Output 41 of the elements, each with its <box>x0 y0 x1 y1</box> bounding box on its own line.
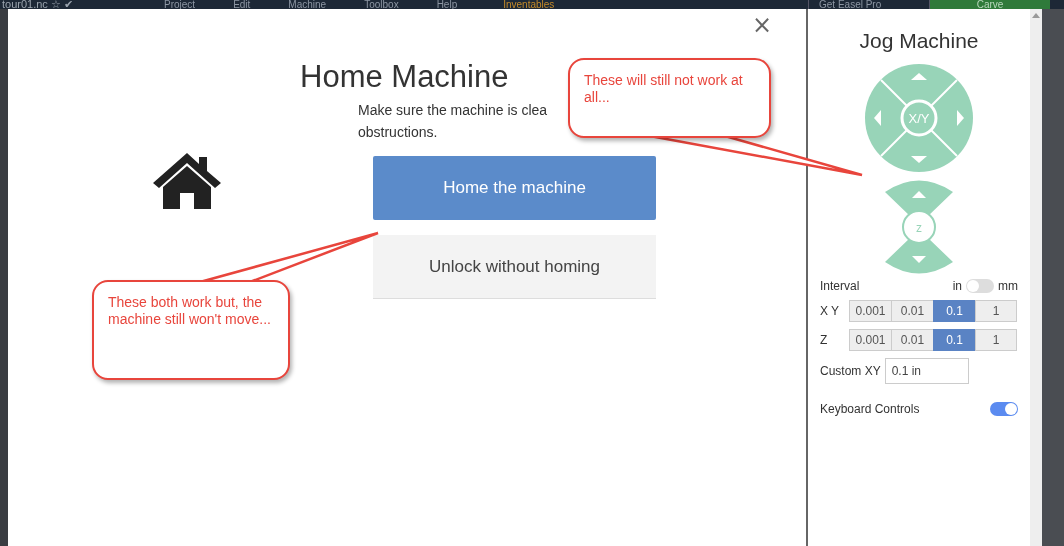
unit-label: mm <box>998 279 1018 293</box>
up-arrow-icon[interactable] <box>911 73 927 80</box>
unit-label: in <box>952 279 962 293</box>
custom-label: Custom XY <box>820 364 881 378</box>
brand-link[interactable]: Inventables <box>503 0 555 9</box>
left-arrow-icon[interactable] <box>874 110 881 126</box>
keyboard-toggle[interactable] <box>990 402 1018 416</box>
menu-item[interactable]: Machine <box>288 0 327 9</box>
interval-option[interactable]: 0.01 <box>891 329 934 351</box>
panel-title: Jog Machine <box>859 29 979 53</box>
unit-toggle[interactable] <box>966 279 994 293</box>
interval-option[interactable]: 0.1 <box>933 329 976 351</box>
file-name: tour01.nc ☆ ✔ <box>1 0 74 9</box>
interval-option[interactable]: 0.001 <box>849 300 892 322</box>
unlock-button[interactable]: Unlock without homing <box>373 235 656 299</box>
interval-option[interactable]: 0.01 <box>891 300 934 322</box>
close-button[interactable]: × <box>748 13 777 37</box>
up-arrow-icon[interactable] <box>912 191 926 198</box>
carve-button[interactable]: Carve <box>930 0 1050 9</box>
keyboard-label: Keyboard Controls <box>820 402 920 416</box>
axis-label: X Y <box>820 304 841 318</box>
down-arrow-icon[interactable] <box>911 156 927 163</box>
interval-option[interactable]: 0.1 <box>933 300 976 322</box>
custom-input-field[interactable]: 0.1 in <box>884 358 969 384</box>
z-label: z <box>916 221 922 235</box>
home-icon <box>151 151 223 211</box>
home-button[interactable]: Home the machine <box>373 156 656 220</box>
menu-item[interactable]: Edit <box>233 0 251 9</box>
callout-note: These will still not work at all... <box>568 58 771 138</box>
menu-item[interactable]: Toolbox <box>364 0 399 9</box>
interval-option[interactable]: 0.001 <box>849 329 892 351</box>
interval-option[interactable]: 1 <box>975 300 1017 322</box>
message-text: obstructions. <box>358 123 439 142</box>
message-text: Make sure the machine is clea <box>358 101 548 120</box>
axis-label: Z <box>820 333 829 347</box>
dialog-title: Home Machine <box>300 58 509 96</box>
xy-label: X/Y <box>908 111 930 126</box>
right-arrow-icon[interactable] <box>957 110 964 126</box>
interval-label: Interval <box>820 279 860 293</box>
interval-option[interactable]: 1 <box>975 329 1017 351</box>
down-arrow-icon[interactable] <box>912 256 926 263</box>
